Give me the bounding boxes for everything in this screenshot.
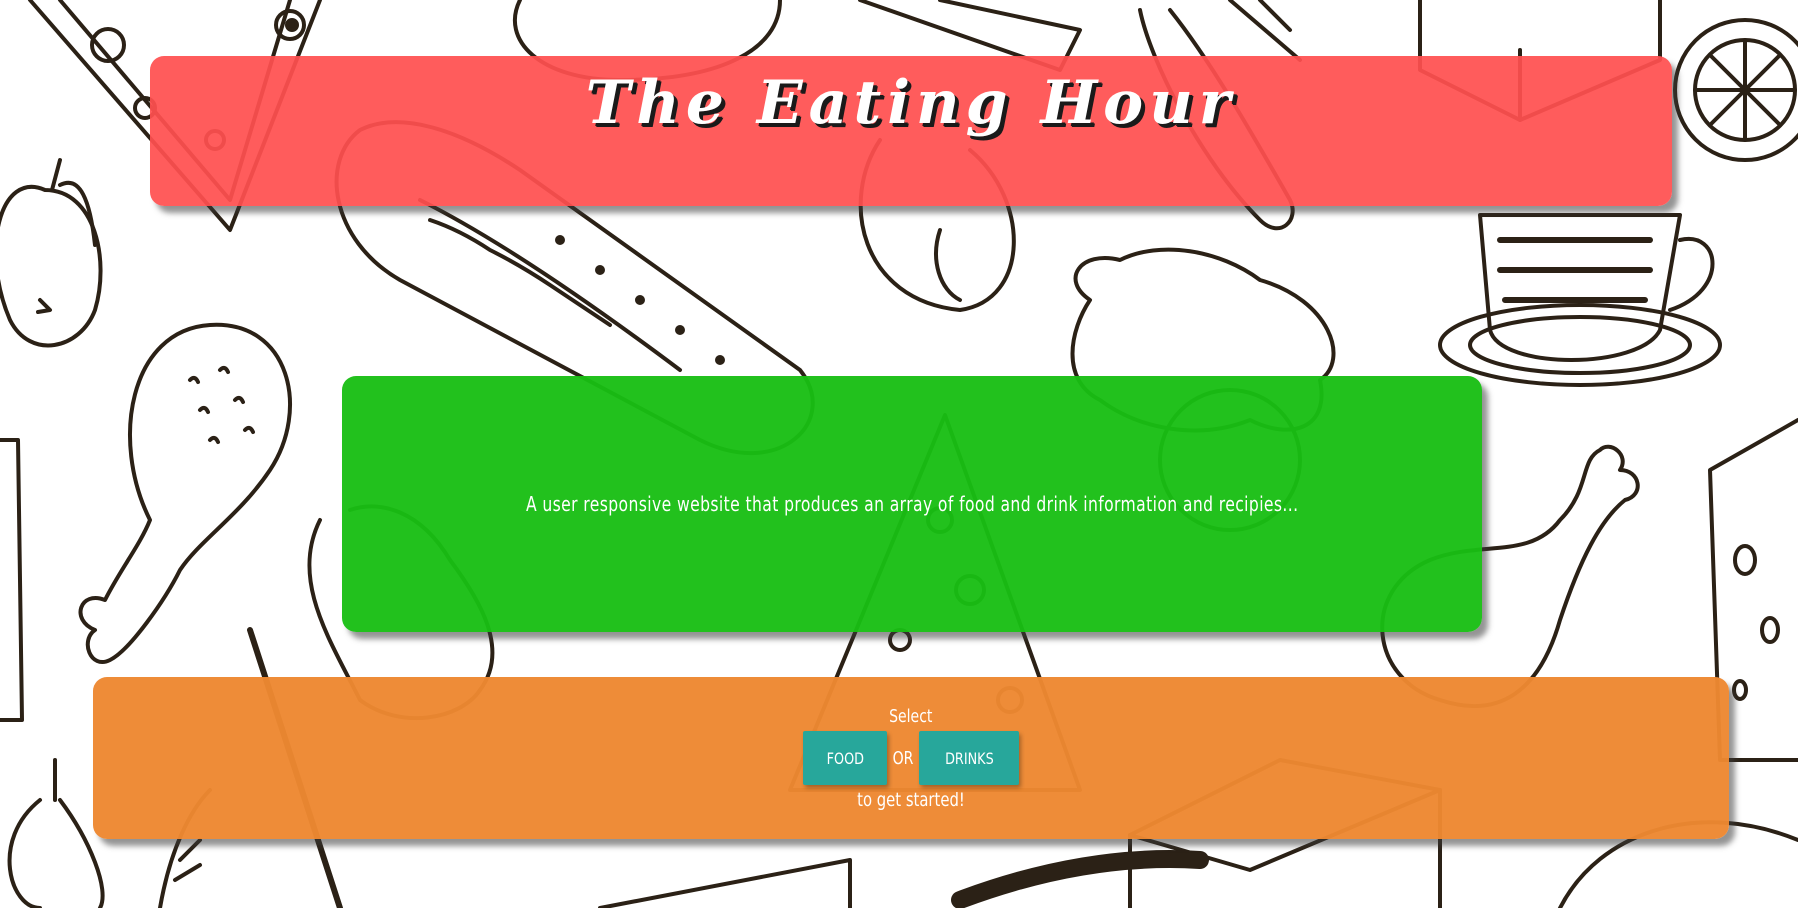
drinks-button[interactable]: DRINKS (919, 731, 1019, 785)
garlic-icon (7, 758, 105, 908)
coffee-cup-icon (1438, 213, 1722, 387)
header-banner: The Eating Hour (150, 56, 1672, 206)
food-button-label: FOOD (826, 748, 864, 768)
about-panel: A user responsive website that produces … (342, 376, 1482, 632)
choice-button-row: FOOD OR DRINKS (803, 731, 1019, 785)
or-separator: OR (892, 747, 914, 769)
select-prompt: Select (889, 706, 933, 727)
food-button[interactable]: FOOD (803, 731, 887, 785)
site-description: A user responsive website that produces … (525, 492, 1299, 516)
drinks-button-label: DRINKS (944, 748, 994, 768)
drumstick-icon (78, 322, 292, 664)
spatula-icon (951, 850, 1209, 908)
lemon-slice-icon (1673, 18, 1798, 162)
apple-icon (0, 158, 103, 348)
site-title: The Eating Hour (585, 68, 1237, 138)
jar-icon (0, 438, 24, 722)
get-started-text: to get started! (857, 789, 965, 811)
select-panel: Select FOOD OR DRINKS to get started! (93, 677, 1729, 839)
cake-slice-icon (598, 858, 852, 908)
